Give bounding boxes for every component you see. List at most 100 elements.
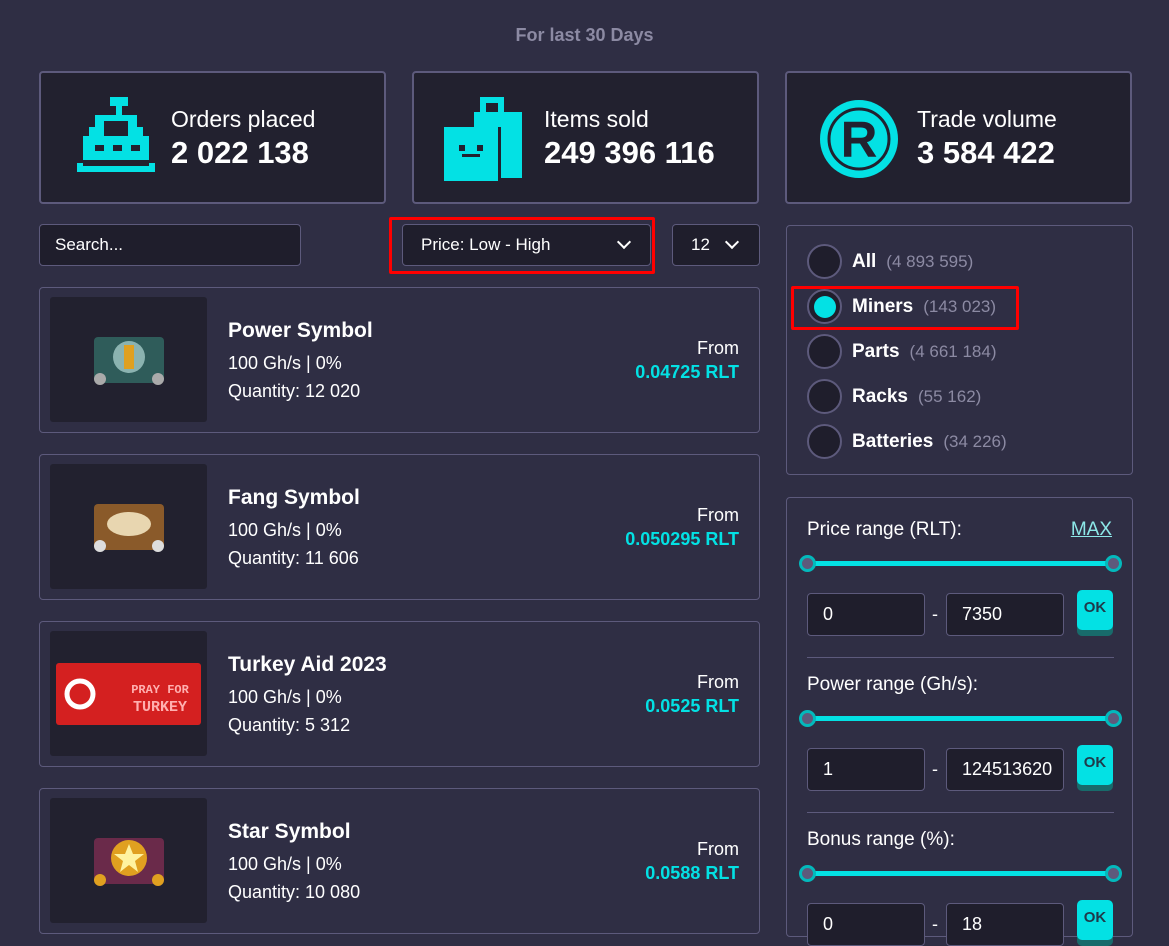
product-card[interactable]: PRAY FOR TURKEY Turkey Aid 2023 100 Gh/s … bbox=[39, 621, 760, 767]
product-quantity: Quantity: 11 606 bbox=[228, 548, 359, 568]
category-all[interactable]: All (4 893 595) bbox=[807, 244, 973, 279]
sort-selected: Price: Low - High bbox=[421, 235, 551, 254]
price-from-label: From bbox=[697, 839, 739, 859]
slider-handle-min[interactable] bbox=[799, 865, 816, 882]
miners-highlight bbox=[791, 286, 1019, 330]
divider bbox=[807, 657, 1114, 658]
bonus-min-input[interactable]: 0 bbox=[807, 903, 925, 946]
power-ok-button[interactable]: OK bbox=[1077, 745, 1113, 785]
period-subtitle: For last 30 Days bbox=[515, 25, 654, 45]
stat-trade-volume: R Trade volume 3 584 422 bbox=[785, 71, 1132, 204]
rlt-coin-icon: R bbox=[820, 100, 898, 178]
category-racks[interactable]: Racks (55 162) bbox=[807, 379, 981, 414]
category-parts[interactable]: Parts (4 661 184) bbox=[807, 334, 996, 369]
radio-button[interactable] bbox=[807, 424, 842, 459]
price-range-slider[interactable] bbox=[799, 555, 1122, 572]
product-name: Fang Symbol bbox=[228, 486, 360, 509]
product-power: 100 Gh/s | 0% bbox=[228, 353, 342, 373]
slider-handle-min[interactable] bbox=[799, 710, 816, 727]
product-card[interactable]: Star Symbol 100 Gh/s | 0% Quantity: 10 0… bbox=[39, 788, 760, 934]
radio-button[interactable] bbox=[807, 244, 842, 279]
product-price: 0.0588 RLT bbox=[645, 863, 739, 883]
range-separator: - bbox=[932, 759, 938, 779]
price-from-label: From bbox=[697, 505, 739, 525]
category-label: Parts bbox=[852, 340, 900, 362]
product-card[interactable]: Fang Symbol 100 Gh/s | 0% Quantity: 11 6… bbox=[39, 454, 760, 600]
product-price: 0.04725 RLT bbox=[635, 362, 739, 382]
price-ok-button[interactable]: OK bbox=[1077, 590, 1113, 630]
slider-handle-max[interactable] bbox=[1105, 865, 1122, 882]
slider-handle-min[interactable] bbox=[799, 555, 816, 572]
turkey-aid-miner-icon: PRAY FOR TURKEY bbox=[56, 663, 201, 725]
stat-value: 2 022 138 bbox=[171, 135, 309, 170]
stat-label: Items sold bbox=[544, 106, 649, 132]
product-name: Turkey Aid 2023 bbox=[228, 653, 387, 676]
product-quantity: Quantity: 12 020 bbox=[228, 381, 361, 401]
category-label: Batteries bbox=[852, 430, 934, 452]
product-power: 100 Gh/s | 0% bbox=[228, 854, 342, 874]
stat-items-sold: Items sold 249 396 116 bbox=[412, 71, 759, 204]
product-image bbox=[50, 464, 207, 589]
product-image bbox=[50, 297, 207, 422]
power-symbol-miner-icon bbox=[94, 337, 164, 385]
power-range-slider[interactable] bbox=[799, 710, 1122, 727]
slider-handle-max[interactable] bbox=[1105, 710, 1122, 727]
category-filter: All (4 893 595) Miners (143 023) Parts (4 6… bbox=[786, 225, 1133, 475]
stat-orders-placed: Orders placed 2 022 138 bbox=[39, 71, 386, 204]
product-quantity: Quantity: 5 312 bbox=[228, 715, 351, 735]
radio-button[interactable] bbox=[807, 334, 842, 369]
category-count: (55 162) bbox=[918, 386, 982, 406]
price-from-label: From bbox=[697, 672, 739, 692]
power-max-input[interactable]: 124513620 bbox=[946, 748, 1064, 791]
slider-handle-max[interactable] bbox=[1105, 555, 1122, 572]
category-count: (34 226) bbox=[943, 431, 1007, 451]
product-price: 0.050295 RLT bbox=[625, 529, 739, 549]
price-range-label: Price range (RLT): bbox=[807, 519, 962, 540]
product-quantity: Quantity: 10 080 bbox=[228, 882, 361, 902]
product-card[interactable]: Power Symbol 100 Gh/s | 0% Quantity: 12 … bbox=[39, 287, 760, 433]
price-max-input[interactable]: 7350 bbox=[946, 593, 1064, 636]
star-symbol-miner-icon bbox=[94, 838, 164, 886]
fang-symbol-miner-icon bbox=[94, 504, 164, 552]
range-separator: - bbox=[932, 604, 938, 624]
category-label: Racks bbox=[852, 385, 908, 407]
bonus-ok-button[interactable]: OK bbox=[1077, 900, 1113, 940]
svg-text:R: R bbox=[841, 111, 878, 168]
category-count: (4 661 184) bbox=[909, 341, 997, 361]
product-image: PRAY FOR TURKEY bbox=[50, 631, 207, 756]
category-label: All bbox=[852, 250, 877, 272]
per-page-selected: 12 bbox=[691, 235, 710, 254]
product-price: 0.0525 RLT bbox=[645, 696, 739, 716]
product-image bbox=[50, 798, 207, 923]
price-min-input[interactable]: 0 bbox=[807, 593, 925, 636]
category-batteries[interactable]: Batteries (34 226) bbox=[807, 424, 1007, 459]
power-range-label: Power range (Gh/s): bbox=[807, 674, 979, 695]
cash-register-icon bbox=[77, 97, 155, 172]
stat-value: 3 584 422 bbox=[917, 135, 1055, 170]
per-page-select[interactable]: 12 bbox=[672, 224, 760, 266]
divider bbox=[807, 812, 1114, 813]
shopping-bags-icon bbox=[444, 97, 522, 181]
product-power: 100 Gh/s | 0% bbox=[228, 687, 342, 707]
svg-text:PRAY FOR: PRAY FOR bbox=[131, 683, 189, 697]
product-power: 100 Gh/s | 0% bbox=[228, 520, 342, 540]
stat-label: Orders placed bbox=[171, 106, 316, 132]
price-from-label: From bbox=[697, 338, 739, 358]
chevron-down-icon bbox=[616, 234, 632, 250]
max-link[interactable]: MAX bbox=[1071, 519, 1112, 541]
stat-label: Trade volume bbox=[917, 106, 1057, 132]
search-input[interactable]: Search... bbox=[39, 224, 301, 266]
sort-select[interactable]: Price: Low - High bbox=[402, 224, 651, 266]
product-name: Star Symbol bbox=[228, 820, 351, 843]
range-separator: - bbox=[932, 914, 938, 934]
bonus-range-slider[interactable] bbox=[799, 865, 1122, 882]
chevron-down-icon bbox=[724, 234, 740, 250]
power-min-input[interactable]: 1 bbox=[807, 748, 925, 791]
svg-text:TURKEY: TURKEY bbox=[133, 699, 187, 716]
radio-button[interactable] bbox=[807, 379, 842, 414]
stat-value: 249 396 116 bbox=[544, 135, 715, 170]
bonus-range-label: Bonus range (%): bbox=[807, 829, 955, 850]
range-filters: Price range (RLT): MAX 0 - 7350 OK Power… bbox=[786, 497, 1133, 946]
product-name: Power Symbol bbox=[228, 319, 373, 342]
bonus-max-input[interactable]: 18 bbox=[946, 903, 1064, 946]
